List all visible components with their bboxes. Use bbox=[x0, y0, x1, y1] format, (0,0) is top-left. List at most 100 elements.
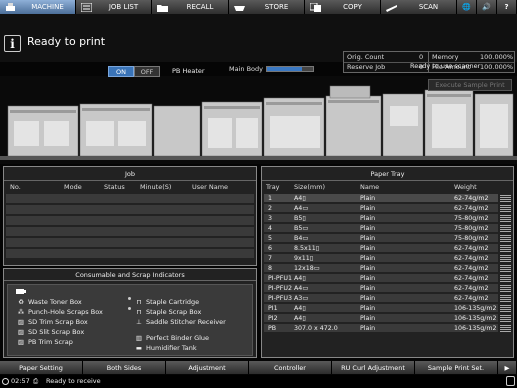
job-row[interactable] bbox=[6, 249, 254, 259]
tray-row[interactable]: 3 B5▯ Plain 75-80g/m2 bbox=[264, 214, 498, 223]
help-button[interactable]: ? bbox=[497, 0, 517, 14]
tray-row[interactable]: PI-PFU1 A4▯ Plain 62-74g/m2 bbox=[264, 274, 498, 283]
main-body-progress-fill bbox=[267, 67, 302, 71]
paper-level-gauge bbox=[500, 194, 511, 203]
tab-store[interactable]: STORE bbox=[229, 0, 305, 14]
tray-cell-size: 307.0 x 472.0 bbox=[294, 325, 338, 332]
machine-screen: MACHINE JOB LIST RECALL STORE COPY SCAN … bbox=[0, 0, 517, 388]
tray-cell-tray: PI-PFU3 bbox=[268, 295, 292, 302]
job-col-no: No. bbox=[10, 183, 21, 191]
job-table-header: No. Mode Status Minute(S) User Name bbox=[4, 183, 256, 193]
tray-cell-tray: 3 bbox=[268, 215, 273, 222]
tray-cell-size: A4▯ bbox=[294, 315, 306, 322]
clock-icon bbox=[2, 378, 9, 385]
consumables-list[interactable]: ♻ Waste Toner Box ⁂ Punch-Hole Scraps Box … bbox=[7, 284, 253, 356]
tray-cell-name: Plain bbox=[360, 315, 376, 322]
tray-cell-weight: 106-135g/m2 bbox=[454, 305, 497, 312]
job-col-mode: Mode bbox=[64, 183, 82, 191]
top-tab-bar: MACHINE JOB LIST RECALL STORE COPY SCAN … bbox=[0, 0, 517, 14]
memory-label: Memory bbox=[432, 53, 459, 61]
staple-cartridge: ⊓ Staple Cartridge bbox=[134, 298, 199, 306]
job-row[interactable] bbox=[6, 205, 254, 215]
tray-row[interactable]: PI-PFU2 A4▭ Plain 62-74g/m2 bbox=[264, 284, 498, 293]
job-row[interactable] bbox=[6, 216, 254, 226]
tray-cell-tray: 4 bbox=[268, 225, 273, 232]
tray-row[interactable]: 6 8.5x11▯ Plain 62-74g/m2 bbox=[264, 244, 498, 253]
tray-row[interactable]: 7 9x11▯ Plain 62-74g/m2 bbox=[264, 254, 498, 263]
tray-row[interactable]: 5 B4▭ Plain 75-80g/m2 bbox=[264, 234, 498, 243]
tab-label: JOB LIST bbox=[108, 3, 139, 11]
tray-cell-size: A3▭ bbox=[294, 295, 309, 302]
tray-cell-name: Plain bbox=[360, 305, 376, 312]
tray-cell-name: Plain bbox=[360, 265, 376, 272]
tray-row[interactable]: PI2 A4▯ Plain 106-135g/m2 bbox=[264, 314, 498, 323]
next-page-button[interactable]: ▶ bbox=[498, 361, 517, 374]
tray-cell-name: Plain bbox=[360, 225, 376, 232]
execute-sample-print-button[interactable]: Execute Sample Print bbox=[428, 79, 512, 91]
tab-copy[interactable]: COPY bbox=[305, 0, 381, 14]
info-icon: i bbox=[4, 35, 21, 52]
globe-button[interactable]: 🌐 bbox=[457, 0, 477, 14]
humidifier-icon: ▬ bbox=[135, 344, 143, 352]
tray-row[interactable]: PI1 A4▯ Plain 106-135g/m2 bbox=[264, 304, 498, 313]
tray-row[interactable]: PI-PFU3 A3▭ Plain 62-74g/m2 bbox=[264, 294, 498, 303]
tray-cell-size: A4▯ bbox=[294, 195, 306, 202]
scanner-status: Ready to use scanner bbox=[410, 62, 481, 70]
tray-row[interactable]: 2 A4▭ Plain 62-74g/m2 bbox=[264, 204, 498, 213]
tray-row[interactable]: PB 307.0 x 472.0 Plain 106-135g/m2 bbox=[264, 324, 498, 333]
perfect-binder-glue: ▥ Perfect Binder Glue bbox=[135, 334, 210, 342]
paper-tray-title: Paper Tray bbox=[262, 167, 513, 181]
tray-cell-size: A4▭ bbox=[294, 205, 309, 212]
slit-icon: ▨ bbox=[17, 328, 25, 336]
status-message: Ready to receive bbox=[46, 377, 101, 385]
tray-cell-name: Plain bbox=[360, 205, 376, 212]
both-sides-button[interactable]: Both Sides bbox=[83, 361, 166, 374]
tab-recall[interactable]: RECALL bbox=[152, 0, 229, 14]
job-row[interactable] bbox=[6, 227, 254, 237]
saddle-stitcher-receiver: ⊥ Saddle Stitcher Receiver bbox=[134, 318, 226, 326]
tray-cell-weight: 62-74g/m2 bbox=[454, 245, 489, 252]
tab-label: RECALL bbox=[186, 3, 214, 11]
tray-cell-size: A4▭ bbox=[294, 285, 309, 292]
tray-cell-weight: 62-74g/m2 bbox=[454, 195, 489, 202]
sample-print-set-button[interactable]: Sample Print Set. bbox=[415, 361, 498, 374]
clock-time: 02:57 bbox=[11, 377, 30, 385]
tray-cell-weight: 62-74g/m2 bbox=[454, 205, 489, 212]
pb-heater-off-button[interactable]: OFF bbox=[134, 66, 160, 77]
tray-row[interactable]: 8 12x18▭ Plain 62-74g/m2 bbox=[264, 264, 498, 273]
volume-button[interactable]: 🔊 bbox=[477, 0, 497, 14]
adjustment-button[interactable]: Adjustment bbox=[166, 361, 249, 374]
tray-cell-weight: 62-74g/m2 bbox=[454, 295, 489, 302]
tray-cell-weight: 62-74g/m2 bbox=[454, 255, 489, 262]
tab-machine[interactable]: MACHINE bbox=[0, 0, 76, 14]
job-col-user-name: User Name bbox=[192, 183, 229, 191]
tab-scan[interactable]: SCAN bbox=[381, 0, 457, 14]
job-row[interactable] bbox=[6, 194, 254, 204]
ru-curl-adjustment-button[interactable]: RU Curl Adjustment bbox=[332, 361, 415, 374]
status-bar: 02:57 ⎙ Ready to receive bbox=[0, 375, 517, 388]
tab-job-list[interactable]: JOB LIST bbox=[76, 0, 152, 14]
punch-hole-scraps-box: ⁂ Punch-Hole Scraps Box bbox=[17, 308, 103, 316]
tray-cell-weight: 106-135g/m2 bbox=[454, 315, 497, 322]
reserve-job-label: Reserve Job bbox=[347, 63, 386, 71]
pb-trim-icon: ▨ bbox=[17, 338, 25, 346]
tray-row[interactable]: 1 A4▯ Plain 62-74g/m2 bbox=[264, 194, 498, 203]
job-row[interactable] bbox=[6, 238, 254, 248]
tray-cell-weight: 106-135g/m2 bbox=[454, 325, 497, 332]
tray-cell-name: Plain bbox=[360, 285, 376, 292]
machine-status-text: Ready to print bbox=[27, 35, 106, 48]
consumables-title: Consumable and Scrap Indicators bbox=[4, 269, 256, 281]
paper-level-gauge bbox=[500, 254, 511, 263]
pb-heater-on-button[interactable]: ON bbox=[108, 66, 134, 77]
controller-button[interactable]: Controller bbox=[249, 361, 332, 374]
tray-cell-name: Plain bbox=[360, 275, 376, 282]
tray-row[interactable]: 4 B5▭ Plain 75-80g/m2 bbox=[264, 224, 498, 233]
status-header: i Ready to print Main Body Orig. Count 0… bbox=[0, 14, 517, 73]
paper-level-gauge bbox=[500, 234, 511, 243]
paper-setting-button[interactable]: Paper Setting bbox=[0, 361, 83, 374]
waste-toner-box: ♻ Waste Toner Box bbox=[16, 298, 82, 306]
list-icon bbox=[80, 2, 92, 12]
tray-cell-tray: 6 bbox=[268, 245, 273, 252]
tab-label: SCAN bbox=[418, 3, 439, 11]
tray-cell-tray: PI-PFU1 bbox=[268, 275, 292, 282]
